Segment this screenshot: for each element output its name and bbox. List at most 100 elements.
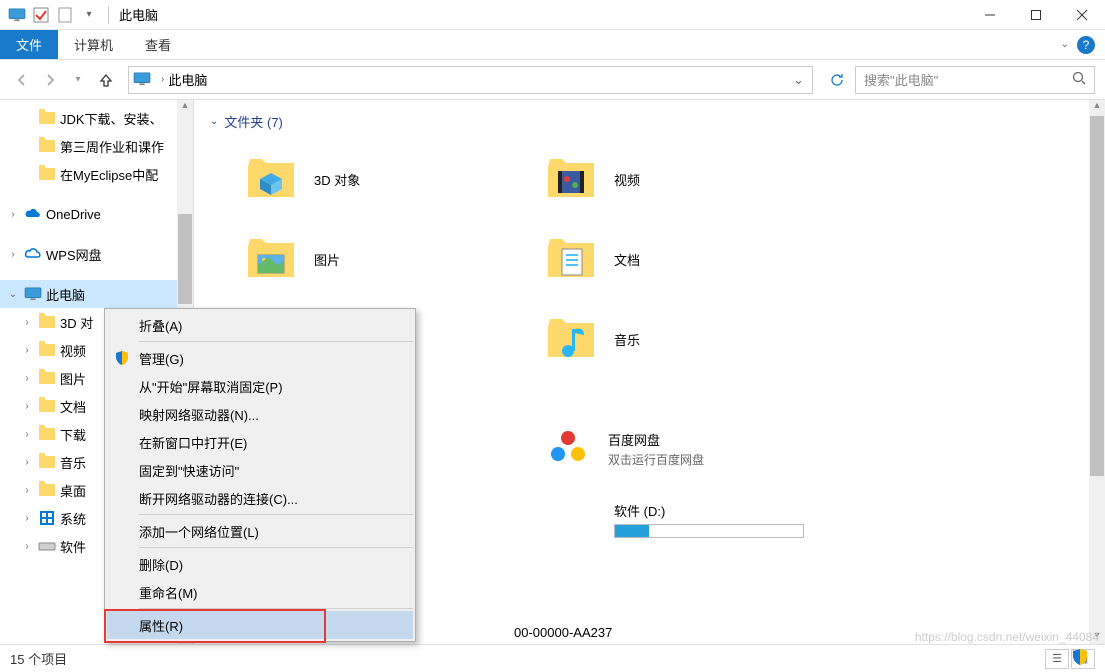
drive-icon [38,537,56,555]
tab-computer[interactable]: 计算机 [58,30,129,59]
folder-item[interactable]: 音乐 [544,299,844,379]
context-menu-item[interactable]: 重命名(M) [107,578,413,606]
context-menu-item[interactable]: 添加一个网络位置(L) [107,517,413,545]
ribbon-tabs: 文件 计算机 查看 ⌄ ? [0,30,1105,60]
title-bar: ▾ 此电脑 [0,0,1105,30]
checkbox-icon[interactable] [30,4,52,26]
quick-access-toolbar: ▾ [0,4,115,26]
expand-icon[interactable]: › [20,401,34,412]
tab-view[interactable]: 查看 [129,30,187,59]
tree-item-folder[interactable]: 第三周作业和课作 [0,132,193,160]
file-icon[interactable] [54,4,76,26]
context-menu-item[interactable]: 映射网络驱动器(N)... [107,400,413,428]
back-button[interactable] [10,68,34,92]
expand-icon[interactable]: › [20,457,34,468]
expand-icon[interactable]: › [6,209,20,220]
onedrive-icon [24,205,42,223]
pictures-icon [38,369,56,387]
help-icon[interactable]: ? [1077,36,1095,54]
context-menu-item[interactable]: 删除(D) [107,550,413,578]
3d-icon [38,313,56,331]
system-icon [38,509,56,527]
documents-icon [38,397,56,415]
forward-button[interactable] [38,68,62,92]
expand-icon[interactable]: › [20,541,34,552]
tree-item-pc[interactable]: ⌄此电脑 [0,280,193,308]
expand-icon[interactable]: › [20,429,34,440]
folder-icon [38,137,56,155]
folder-item[interactable]: 文档 [544,219,844,299]
up-button[interactable] [94,68,118,92]
address-dropdown-icon[interactable]: ⌄ [789,72,808,88]
expand-icon[interactable]: › [20,485,34,496]
folder-item[interactable]: 3D 对象 [244,139,544,219]
music-folder-icon [544,315,598,363]
section-header-folders[interactable]: ⌄ 文件夹 (7) [194,112,1105,131]
3d-folder-icon [244,155,298,203]
context-menu-item[interactable]: 在新窗口中打开(E) [107,428,413,456]
watermark: https://blog.csdn.net/weixin_44084 [915,630,1099,644]
context-menu-item[interactable]: 断开网络驱动器的连接(C)... [107,484,413,512]
expand-icon[interactable]: ⌄ [6,289,20,300]
tree-item-wps[interactable]: ›WPS网盘 [0,240,193,268]
pc-icon [133,72,151,88]
window-title: 此电脑 [115,5,158,24]
folder-icon [38,165,56,183]
tree-item-onedrive[interactable]: ›OneDrive [0,200,193,228]
chevron-right-icon[interactable]: › [161,74,164,85]
navigation-bar: ▾ › 此电脑 ⌄ 搜索"此电脑" [0,60,1105,100]
maximize-button[interactable] [1013,0,1059,30]
search-placeholder: 搜索"此电脑" [864,70,938,89]
context-menu-item[interactable]: 管理(G) [107,344,413,372]
address-segment[interactable]: 此电脑 [168,70,207,89]
expand-icon[interactable]: › [20,317,34,328]
folder-item[interactable]: 视频 [544,139,844,219]
expand-icon[interactable]: › [20,373,34,384]
minimize-button[interactable] [967,0,1013,30]
tree-item-folder[interactable]: 在MyEclipse中配 [0,160,193,188]
view-details-button[interactable]: ☰ [1045,649,1069,669]
shield-icon [1071,648,1089,669]
context-menu-item[interactable]: 折叠(A) [107,311,413,339]
window-controls [967,0,1105,30]
tree-item-folder[interactable]: JDK下载、安装、 [0,104,193,132]
music-icon [38,453,56,471]
folder-item[interactable]: 图片 [244,219,544,299]
context-menu-item[interactable]: 属性(R) [107,611,413,639]
drive-usage-bar [614,524,804,538]
qat-dropdown-icon[interactable]: ▾ [78,4,100,26]
tab-file[interactable]: 文件 [0,30,58,59]
context-menu-item[interactable]: 固定到"快速访问" [107,456,413,484]
desktop-icon [38,481,56,499]
ribbon-expand-icon[interactable]: ⌄ [1061,39,1069,50]
content-scrollbar[interactable]: ▲ ▼ [1089,100,1105,644]
address-bar[interactable]: › 此电脑 ⌄ [128,66,813,94]
folder-icon [38,109,56,127]
video-icon [38,341,56,359]
context-menu-item[interactable]: 从"开始"屏幕取消固定(P) [107,372,413,400]
search-input[interactable]: 搜索"此电脑" [855,66,1095,94]
status-item-count: 15 个项目 [10,649,67,668]
video-folder-icon [544,155,598,203]
expand-icon[interactable]: › [20,513,34,524]
pc-icon [24,285,42,303]
drive-item-d[interactable]: 软件 (D:) [544,501,844,538]
pc-icon [6,4,28,26]
scroll-thumb[interactable] [1090,116,1104,476]
product-key-fragment: 00-00000-AA237 [514,625,612,640]
status-bar: 15 个项目 ☰ ▦ [0,644,1105,672]
expand-icon[interactable]: › [6,249,20,260]
pictures-folder-icon [244,235,298,283]
search-icon[interactable] [1072,71,1086,88]
expand-icon[interactable]: › [20,345,34,356]
folder-item-baidu[interactable]: 百度网盘 双击运行百度网盘 [544,409,844,489]
wps-icon [24,245,42,263]
context-menu: 折叠(A) 管理(G)从"开始"屏幕取消固定(P)映射网络驱动器(N)...在新窗… [104,308,416,642]
documents-folder-icon [544,235,598,283]
refresh-button[interactable] [823,66,851,94]
recent-dropdown[interactable]: ▾ [66,68,90,92]
downloads-icon [38,425,56,443]
scroll-thumb[interactable] [178,214,192,304]
baidu-icon [544,424,592,475]
close-button[interactable] [1059,0,1105,30]
